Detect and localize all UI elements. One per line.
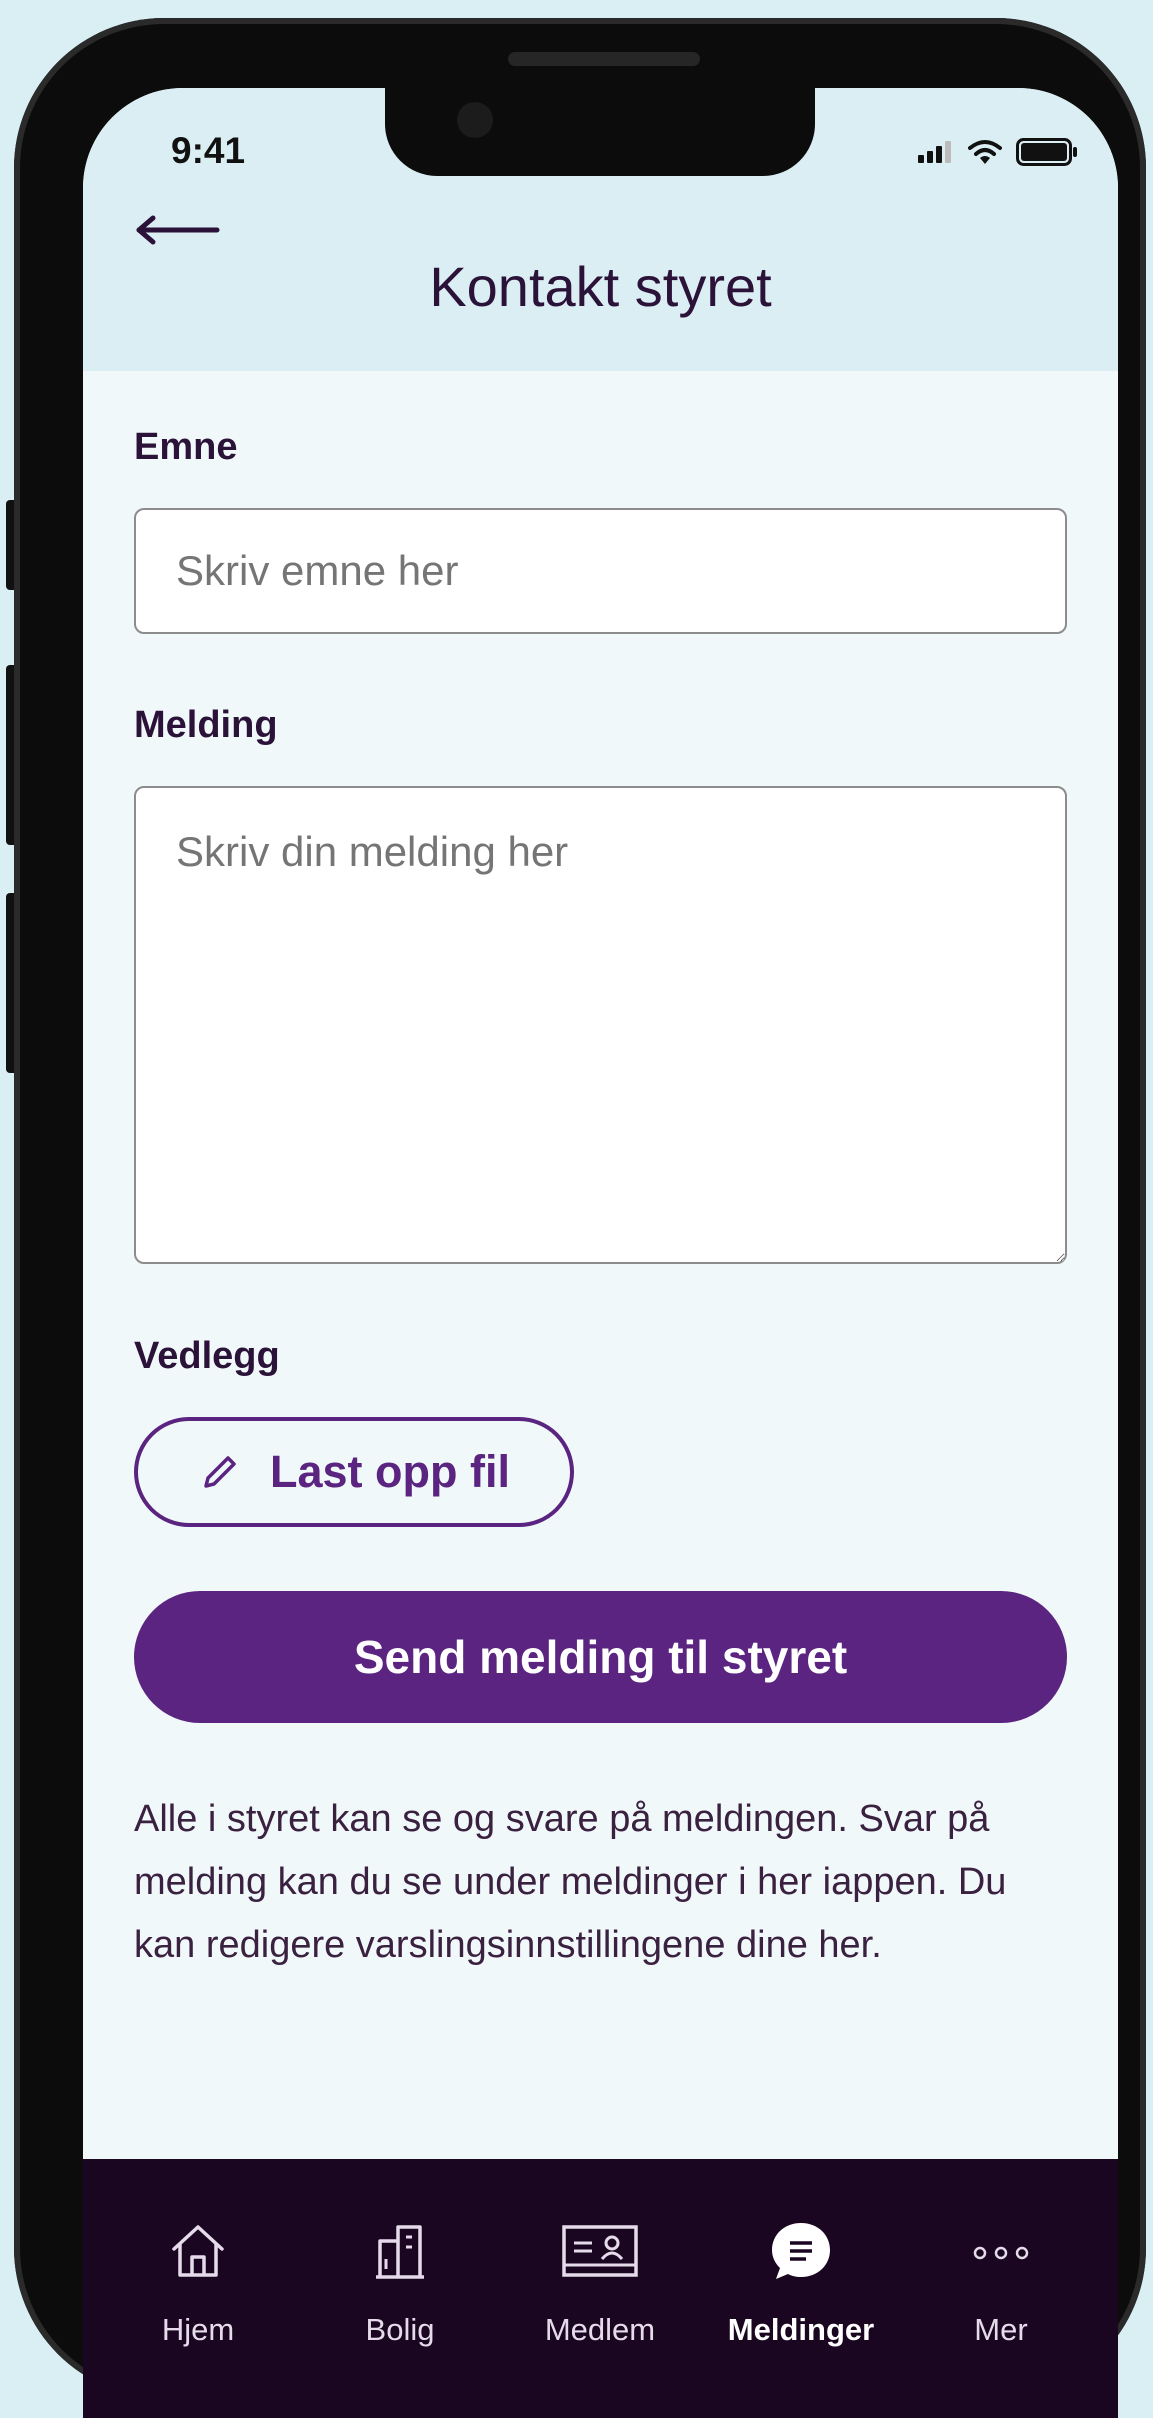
subject-label: Emne xyxy=(134,426,238,468)
upload-file-label: Last opp fil xyxy=(270,1446,510,1497)
battery-icon xyxy=(1016,138,1077,166)
message-label: Melding xyxy=(134,704,278,746)
pencil-icon xyxy=(204,1456,236,1488)
wifi-icon xyxy=(968,140,1002,164)
status-icons xyxy=(918,138,1078,166)
speaker-grille xyxy=(508,52,700,66)
send-message-button[interactable]: Send melding til styret xyxy=(134,1591,1067,1723)
home-icon xyxy=(172,2225,224,2277)
upload-file-button[interactable]: Last opp fil xyxy=(134,1417,574,1527)
tab-meldinger-label: Meldinger xyxy=(727,2312,875,2347)
attachment-label: Vedlegg xyxy=(134,1335,280,1377)
front-camera xyxy=(457,102,493,138)
tab-hjem-label: Hjem xyxy=(161,2312,235,2347)
subject-input[interactable] xyxy=(134,508,1067,634)
tab-bolig-label: Bolig xyxy=(365,2312,435,2347)
page-title: Kontakt styret xyxy=(429,255,772,318)
notch xyxy=(385,88,815,176)
status-time: 9:41 xyxy=(171,130,246,171)
phone-frame: 9:41 Kontakt styret Emne Skriv emne her … xyxy=(14,18,1146,2418)
tab-medlem-label: Medlem xyxy=(544,2312,656,2347)
message-textarea[interactable] xyxy=(134,786,1067,1264)
info-text: Alle i styret kan se og svare på melding… xyxy=(134,1798,1007,1966)
screen: 9:41 Kontakt styret Emne Skriv emne her … xyxy=(83,88,1118,2418)
more-dots-icon xyxy=(973,2246,1029,2260)
building-icon xyxy=(376,2225,424,2279)
back-arrow-icon[interactable] xyxy=(133,200,223,260)
signal-icon xyxy=(918,141,951,163)
member-card-icon xyxy=(562,2225,638,2277)
tab-bar: Hjem Bolig Medlem Meldinger Mer xyxy=(83,2159,1118,2418)
chat-bubble-icon xyxy=(772,2223,830,2279)
tab-mer-label: Mer xyxy=(974,2312,1028,2347)
